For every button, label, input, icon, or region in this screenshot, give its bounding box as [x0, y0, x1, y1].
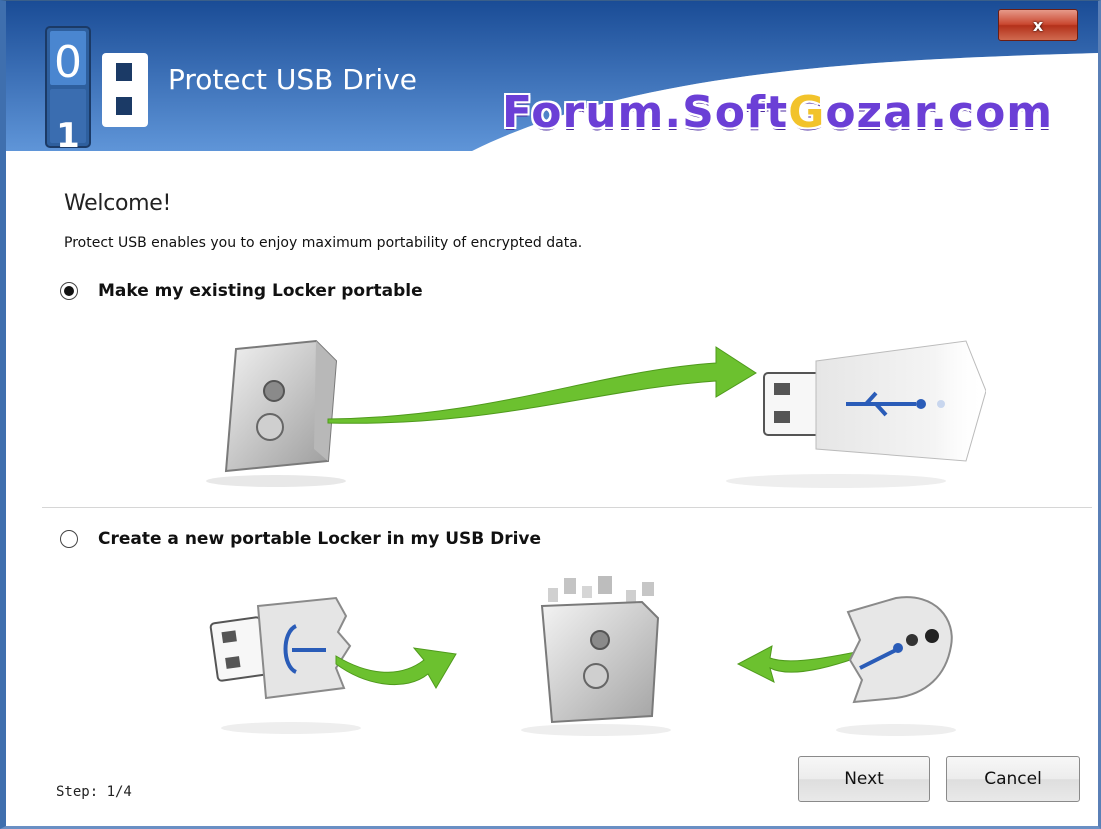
radio-selected-dot: [64, 286, 74, 296]
page-title: Welcome!: [64, 191, 172, 216]
safe-icon: [521, 576, 671, 736]
next-button[interactable]: Next: [798, 756, 930, 802]
watermark-text: Forum.SoftGozar.com: [502, 87, 1053, 138]
close-button[interactable]: x: [998, 9, 1078, 41]
close-icon: x: [1032, 15, 1044, 35]
arrow-icon: [335, 647, 457, 689]
arrow-icon: [736, 645, 857, 683]
page-description: Protect USB enables you to enjoy maximum…: [64, 235, 583, 251]
usb-drive-icon: [763, 340, 986, 462]
watermark-post: ozar.com: [825, 87, 1054, 138]
option-label-create-new: Create a new portable Locker in my USB D…: [98, 529, 542, 549]
option-make-portable[interactable]: Make my existing Locker portable: [60, 281, 423, 301]
arrow-icon: [327, 346, 757, 424]
logo-digit-top: 0: [54, 37, 82, 88]
illustration-create-locker: [209, 576, 956, 736]
watermark-pre: Forum.Soft: [502, 87, 789, 138]
step-indicator: Step: 1/4: [56, 784, 132, 800]
window-title: Protect USB Drive: [168, 63, 417, 96]
illustration-safe-to-usb: [206, 339, 986, 488]
dialog-window: 0 1 Protect USB Drive Forum.SoftGozar.co…: [0, 0, 1101, 829]
app-logo-icon: 0 1: [45, 26, 148, 151]
title-bar: 0 1 Protect USB Drive Forum.SoftGozar.co…: [6, 1, 1098, 151]
wizard-content: Welcome! Protect USB enables you to enjo…: [6, 151, 1098, 826]
watermark-g: G: [788, 87, 826, 138]
usb-shadow: [726, 474, 946, 488]
logo-digit-bottom: 1: [56, 116, 80, 151]
cancel-button[interactable]: Cancel: [946, 756, 1080, 802]
options-divider: [42, 507, 1092, 508]
usb-drive-right-icon: [836, 596, 956, 736]
option-create-new[interactable]: Create a new portable Locker in my USB D…: [60, 529, 541, 549]
safe-shadow: [206, 475, 346, 487]
safe-icon: [224, 339, 338, 473]
option-label-make-portable: Make my existing Locker portable: [98, 281, 423, 301]
radio-make-portable[interactable]: [60, 282, 78, 300]
radio-create-new[interactable]: [60, 530, 78, 548]
